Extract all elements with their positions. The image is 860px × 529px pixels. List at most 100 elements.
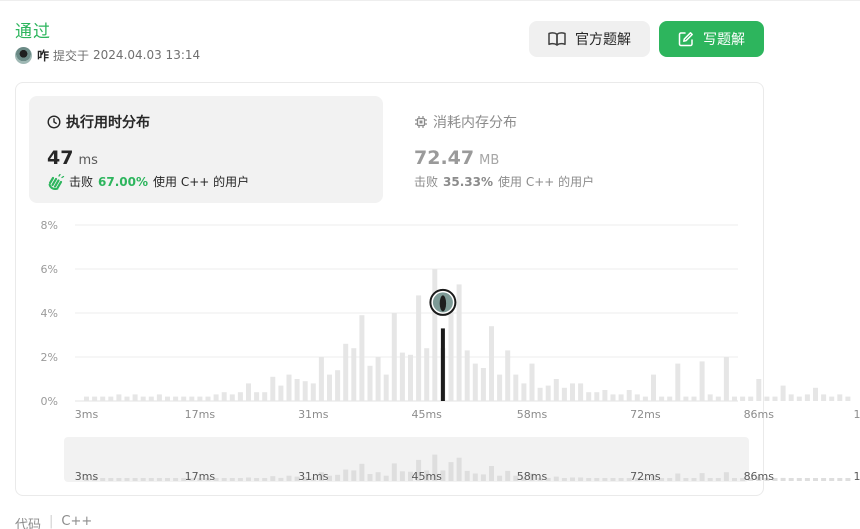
distribution-bar[interactable] (683, 396, 689, 401)
distribution-bar[interactable] (124, 396, 130, 401)
distribution-bar[interactable] (213, 394, 219, 401)
distribution-bar[interactable] (723, 357, 729, 401)
distribution-bar[interactable] (108, 396, 114, 401)
distribution-bar[interactable] (537, 387, 543, 401)
distribution-bar[interactable] (489, 326, 494, 401)
distribution-bar[interactable] (780, 385, 786, 401)
distribution-bar[interactable] (626, 390, 632, 401)
distribution-bar[interactable] (667, 396, 673, 401)
distribution-bar[interactable] (529, 363, 535, 401)
distribution-bar[interactable] (472, 363, 478, 401)
distribution-bar[interactable] (173, 396, 179, 401)
distribution-bar[interactable] (578, 383, 584, 401)
distribution-bar[interactable] (189, 396, 195, 401)
distribution-bar[interactable] (707, 394, 713, 401)
distribution-bar[interactable] (221, 392, 227, 401)
distribution-bar[interactable] (788, 394, 794, 401)
distribution-bar[interactable] (594, 392, 600, 401)
distribution-bar[interactable] (375, 357, 381, 401)
distribution-bar[interactable] (837, 394, 843, 401)
distribution-bar[interactable] (156, 394, 162, 401)
distribution-bar[interactable] (561, 387, 567, 401)
distribution-bar[interactable] (497, 374, 503, 401)
distribution-bar[interactable] (586, 392, 592, 401)
distribution-bar[interactable] (691, 396, 697, 401)
distribution-bar[interactable] (383, 374, 389, 401)
distribution-bar[interactable] (278, 385, 284, 401)
distribution-bar[interactable] (732, 396, 737, 401)
distribution-bar[interactable] (399, 352, 405, 401)
distribution-bar[interactable] (642, 396, 648, 401)
code-language[interactable]: C++ (61, 514, 92, 529)
distribution-bar[interactable] (618, 394, 624, 401)
distribution-bar[interactable] (602, 390, 608, 401)
distribution-bar[interactable] (302, 381, 308, 401)
distribution-bar[interactable] (351, 348, 357, 401)
distribution-bar[interactable] (756, 379, 762, 401)
distribution-bar[interactable] (699, 361, 705, 401)
distribution-bar[interactable] (335, 370, 341, 401)
navigator-bar (780, 477, 786, 481)
distribution-bar[interactable] (804, 394, 810, 401)
distribution-bar[interactable] (464, 350, 470, 401)
distribution-bar[interactable] (545, 385, 551, 401)
distribution-bar[interactable] (262, 392, 268, 401)
distribution-bar[interactable] (205, 396, 211, 401)
user-result-bar[interactable] (440, 328, 445, 401)
distribution-bar[interactable] (772, 396, 778, 401)
distribution-bar[interactable] (92, 396, 98, 401)
distribution-bar[interactable] (367, 365, 373, 401)
distribution-bar[interactable] (310, 383, 316, 401)
distribution-bar[interactable] (116, 394, 122, 401)
distribution-bar[interactable] (829, 396, 835, 401)
distribution-bar[interactable] (408, 354, 413, 401)
distribution-bar[interactable] (610, 394, 616, 401)
distribution-bar[interactable] (181, 396, 187, 401)
distribution-bar[interactable] (675, 363, 681, 401)
distribution-bar[interactable] (740, 396, 746, 401)
distribution-bar[interactable] (246, 383, 251, 401)
distribution-bar[interactable] (570, 383, 575, 401)
distribution-bar[interactable] (148, 396, 154, 401)
distribution-bar[interactable] (165, 396, 170, 401)
distribution-bar[interactable] (513, 374, 519, 401)
distribution-bar[interactable] (651, 374, 656, 401)
distribution-bar[interactable] (821, 394, 827, 401)
distribution-bar[interactable] (456, 284, 462, 401)
distribution-bar[interactable] (634, 394, 640, 401)
distribution-bar[interactable] (229, 394, 235, 401)
distribution-bar[interactable] (813, 387, 818, 401)
navigator-bar (602, 478, 608, 481)
x-tick-label: 45ms (411, 408, 442, 421)
distribution-bar[interactable] (505, 350, 511, 401)
distribution-bar[interactable] (764, 396, 770, 401)
distribution-bar[interactable] (359, 315, 365, 401)
distribution-bar[interactable] (659, 396, 665, 401)
runtime-distribution-chart[interactable]: 0% 2% 4% 6% 8% 3ms 17ms 31ms 45ms 58ms 72ms 86ms 10… (0, 0, 860, 529)
distribution-bar[interactable] (327, 374, 332, 401)
distribution-bar[interactable] (424, 348, 430, 401)
distribution-bar[interactable] (270, 376, 276, 401)
distribution-bar[interactable] (748, 396, 754, 401)
distribution-bar[interactable] (416, 295, 422, 401)
distribution-bar[interactable] (796, 396, 802, 401)
distribution-bar[interactable] (254, 392, 260, 401)
distribution-bar[interactable] (294, 379, 300, 401)
distribution-bar[interactable] (521, 383, 527, 401)
distribution-bar[interactable] (432, 269, 438, 401)
distribution-bar[interactable] (391, 313, 397, 401)
distribution-bar[interactable] (140, 396, 146, 401)
distribution-bar[interactable] (132, 394, 138, 401)
distribution-bar[interactable] (286, 374, 292, 401)
distribution-bar[interactable] (343, 343, 349, 401)
distribution-bar[interactable] (197, 396, 203, 401)
distribution-bar[interactable] (237, 392, 243, 401)
distribution-bar[interactable] (100, 396, 106, 401)
distribution-bar[interactable] (845, 396, 851, 401)
distribution-bar[interactable] (715, 396, 721, 401)
distribution-bar[interactable] (84, 396, 89, 401)
distribution-bar[interactable] (318, 357, 324, 401)
distribution-bar[interactable] (448, 306, 454, 401)
distribution-bar[interactable] (553, 379, 559, 401)
distribution-bar[interactable] (480, 368, 486, 401)
